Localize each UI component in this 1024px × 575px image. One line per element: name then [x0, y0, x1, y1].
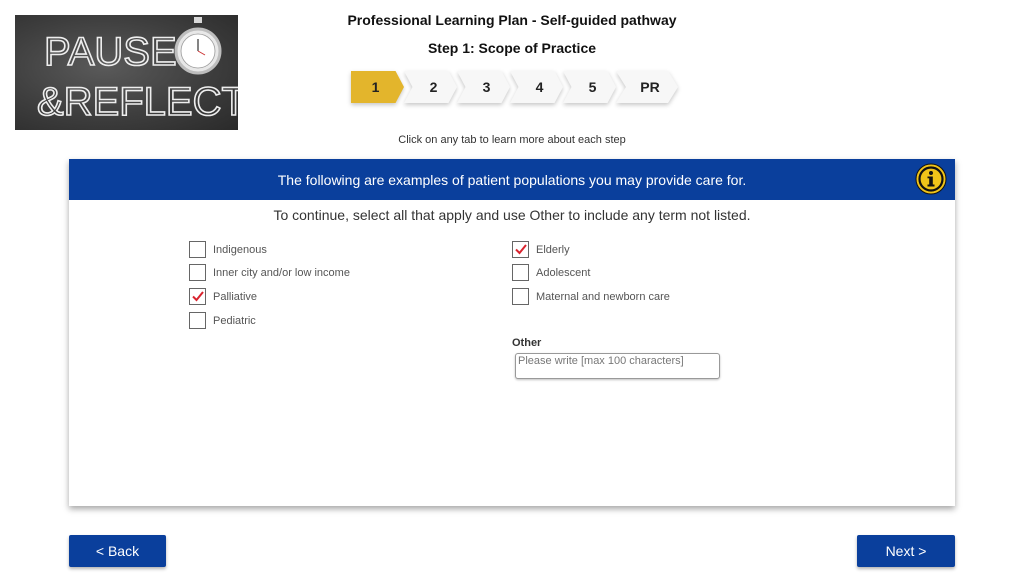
option-maternal-newborn-care[interactable]: Maternal and newborn care: [512, 288, 670, 305]
page-title: Professional Learning Plan - Self-guided…: [347, 12, 677, 28]
option-inner-city-low-income[interactable]: Inner city and/or low income: [189, 264, 350, 281]
other-label: Other: [512, 337, 542, 349]
step-tabs: 1 2 3 4 5 PR: [351, 71, 678, 103]
step-tab-3[interactable]: 3: [457, 71, 510, 103]
option-palliative[interactable]: Palliative: [189, 288, 257, 305]
step-subtitle: Step 1: Scope of Practice: [427, 40, 597, 56]
checkbox[interactable]: [512, 241, 529, 258]
checkbox[interactable]: [512, 288, 529, 305]
back-button[interactable]: < Back: [69, 535, 166, 567]
option-label: Elderly: [536, 243, 570, 256]
step-tab-2[interactable]: 2: [404, 71, 457, 103]
option-label: Adolescent: [536, 266, 591, 279]
step-tab-1[interactable]: 1: [351, 71, 404, 103]
step-tab-pr[interactable]: PR: [616, 71, 678, 103]
checkmark-icon: [515, 244, 527, 255]
option-adolescent[interactable]: Adolescent: [512, 264, 590, 281]
step-tab-4[interactable]: 4: [510, 71, 563, 103]
option-label: Palliative: [213, 290, 258, 303]
logo-text-line2: &REFLECT: [37, 80, 238, 124]
option-pediatric[interactable]: Pediatric: [189, 312, 256, 329]
other-text-field[interactable]: [515, 353, 720, 379]
info-icon[interactable]: [915, 163, 947, 195]
option-indigenous[interactable]: Indigenous: [189, 241, 267, 258]
checkbox[interactable]: [512, 264, 529, 281]
checkmark-icon: [192, 291, 204, 302]
option-label: Maternal and newborn care: [536, 290, 670, 303]
next-button[interactable]: Next >: [857, 535, 955, 567]
option-label: Pediatric: [213, 314, 256, 327]
checkbox[interactable]: [189, 312, 206, 329]
pause-reflect-logo: PAUSE &REFLECT: [15, 15, 238, 130]
option-label: Indigenous: [213, 243, 267, 256]
checkbox[interactable]: [189, 264, 206, 281]
step-tabs-hint: Click on any tab to learn more about eac…: [398, 134, 626, 146]
banner-text: The following are examples of patient po…: [277, 171, 747, 188]
question-banner: The following are examples of patient po…: [69, 159, 955, 200]
checkbox[interactable]: [189, 241, 206, 258]
option-elderly[interactable]: Elderly: [512, 241, 570, 258]
option-label: Inner city and/or low income: [213, 266, 350, 279]
question-card: The following are examples of patient po…: [69, 159, 955, 506]
step-tab-5[interactable]: 5: [563, 71, 616, 103]
checkbox[interactable]: [189, 288, 206, 305]
instruction-text: To continue, select all that apply and u…: [273, 207, 751, 223]
